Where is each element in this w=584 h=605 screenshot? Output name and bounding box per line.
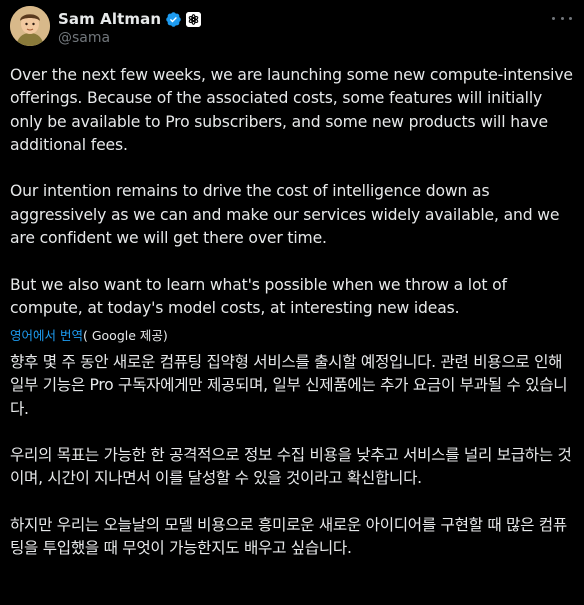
author-handle[interactable]: @sama xyxy=(58,30,110,46)
more-options-button[interactable] xyxy=(550,10,574,26)
translation-notice: 영어에서 번역( Google 제공) xyxy=(10,328,168,344)
avatar[interactable] xyxy=(10,6,50,46)
translated-paragraph: 향후 몇 주 동안 새로운 컴퓨팅 집약형 서비스를 출시할 예정입니다. 관련… xyxy=(10,353,568,418)
openai-logo-icon[interactable] xyxy=(186,11,202,27)
tweet-body: Over the next few weeks, we are launchin… xyxy=(10,64,576,320)
tweet-paragraph: But we also want to learn what's possibl… xyxy=(10,275,507,317)
author-display-name[interactable]: Sam Altman xyxy=(58,10,161,28)
tweet-paragraph: Over the next few weeks, we are launchin… xyxy=(10,66,573,154)
verified-badge-icon[interactable] xyxy=(165,11,182,28)
translated-paragraph: 하지만 우리는 오늘날의 모델 비용으로 흥미로운 새로운 아이디어를 구현할 … xyxy=(10,516,567,558)
avatar-illustration xyxy=(10,6,50,46)
translation-provider: ( Google 제공) xyxy=(82,328,168,343)
translated-body: 향후 몇 주 동안 새로운 컴퓨팅 집약형 서비스를 출시할 예정입니다. 관련… xyxy=(10,351,578,561)
more-horizontal-icon-dot xyxy=(560,16,564,20)
tweet-header: Sam Altman @sama xyxy=(10,6,574,50)
translated-from-link[interactable]: 영어에서 번역 xyxy=(10,328,83,343)
tweet-paragraph: Our intention remains to drive the cost … xyxy=(10,182,560,248)
more-horizontal-icon xyxy=(552,16,555,20)
author-name-row: Sam Altman xyxy=(58,9,202,29)
more-horizontal-icon-dot xyxy=(569,16,572,20)
translated-paragraph: 우리의 목표는 가능한 한 공격적으로 정보 수집 비용을 낮추고 서비스를 널… xyxy=(10,446,572,488)
